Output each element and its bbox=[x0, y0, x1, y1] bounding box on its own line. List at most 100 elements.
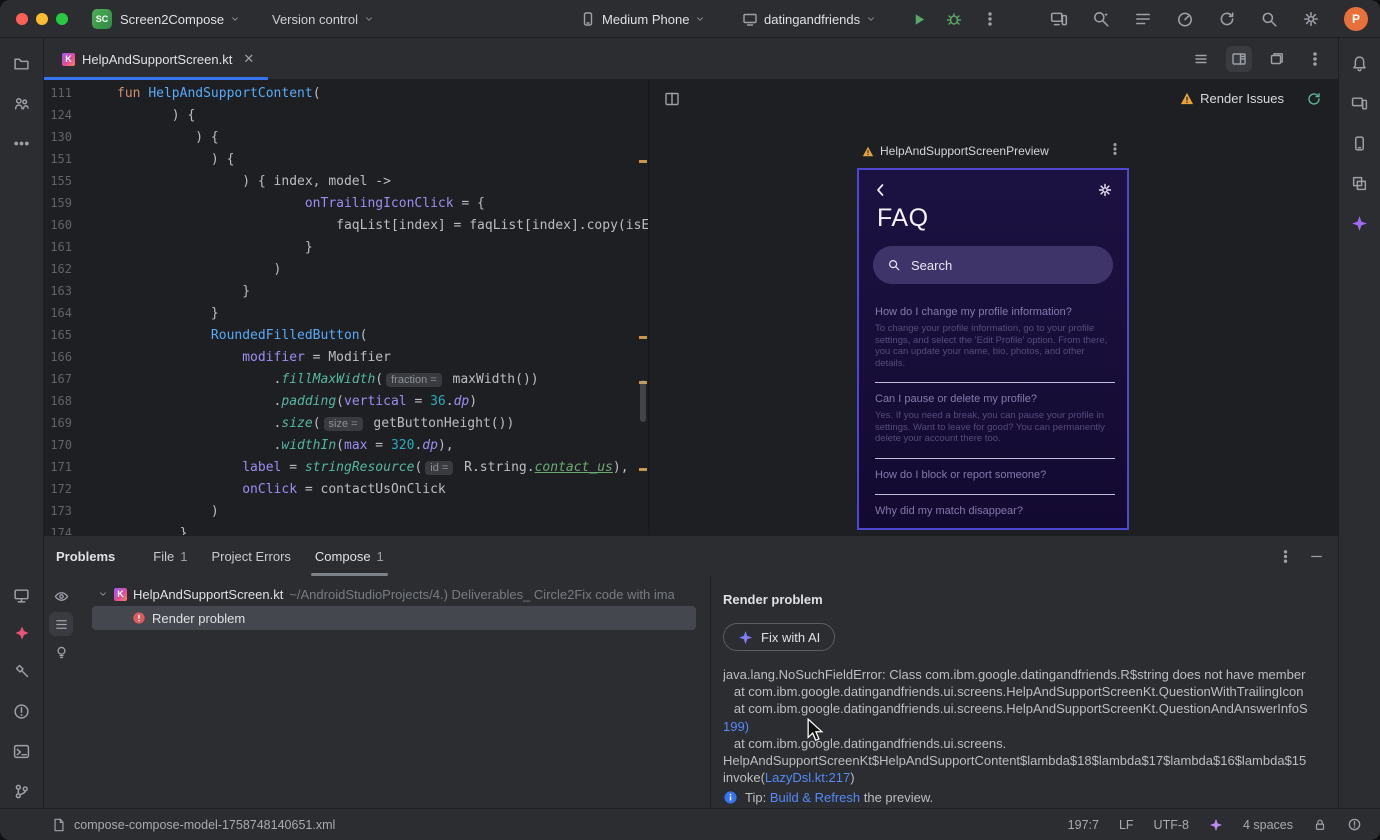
stack-link[interactable]: LazyDsl.kt:217 bbox=[765, 770, 850, 785]
render-problem-row[interactable]: Render problem bbox=[92, 606, 696, 630]
device-manager-tool-button[interactable] bbox=[1347, 130, 1373, 156]
line-number: 173 bbox=[50, 504, 72, 518]
minimize-window-button[interactable] bbox=[36, 13, 48, 25]
edit-options-kebab[interactable] bbox=[1302, 46, 1328, 72]
app-quality-insights-tool-button[interactable] bbox=[9, 620, 35, 646]
terminal-tool-button[interactable] bbox=[9, 738, 35, 764]
user-avatar[interactable]: P bbox=[1344, 7, 1368, 31]
problems-file-name: HelpAndSupportScreen.kt bbox=[133, 586, 284, 602]
encoding-widget[interactable]: UTF-8 bbox=[1154, 818, 1189, 832]
code-line[interactable]: 171 label = stringResource(id = R.string… bbox=[44, 456, 648, 478]
vcs-selector[interactable]: Version control bbox=[272, 0, 374, 38]
search-everywhere-icon[interactable] bbox=[1260, 10, 1278, 28]
code-line[interactable]: 163 } bbox=[44, 280, 648, 302]
close-tab-icon[interactable]: ✕ bbox=[243, 51, 254, 67]
panel-tab-compose[interactable]: Compose 1 bbox=[303, 536, 396, 576]
quick-fix-button[interactable] bbox=[49, 640, 73, 664]
editor-tab-bar: K HelpAndSupportScreen.kt ✕ bbox=[44, 38, 1338, 80]
panel-title[interactable]: Problems bbox=[56, 549, 115, 564]
code-line[interactable]: 111 fun HelpAndSupportContent( bbox=[44, 82, 648, 104]
task-list-icon[interactable] bbox=[1134, 10, 1152, 28]
profiler-icon[interactable] bbox=[1176, 10, 1194, 28]
code-line[interactable]: 170 .widthIn(max = 320.dp), bbox=[44, 434, 648, 456]
code-line[interactable]: 165 RoundedFilledButton( bbox=[44, 324, 648, 346]
preview-problem-button[interactable] bbox=[49, 584, 73, 608]
stack-trace-line: invoke(LazyDsl.kt:217) bbox=[723, 770, 855, 786]
code-line[interactable]: 162 ) bbox=[44, 258, 648, 280]
open-files-list-button[interactable] bbox=[1188, 46, 1214, 72]
code-line[interactable]: 160 faqList[index] = faqList[index].copy… bbox=[44, 214, 648, 236]
fix-with-ai-button[interactable]: Fix with AI bbox=[723, 623, 836, 651]
code-line[interactable]: 159 onTrailingIconClick = { bbox=[44, 192, 648, 214]
lock-icon[interactable] bbox=[1313, 818, 1327, 832]
kebab-menu-icon[interactable] bbox=[1278, 549, 1293, 564]
zoom-window-button[interactable] bbox=[56, 13, 68, 25]
code-line[interactable]: 124 ) { bbox=[44, 104, 648, 126]
version-control-tool-button[interactable] bbox=[9, 778, 35, 804]
stack-link[interactable]: 199) bbox=[723, 719, 749, 734]
line-number: 163 bbox=[50, 284, 72, 298]
code-line[interactable]: 169 .size(size = getButtonHeight()) bbox=[44, 412, 648, 434]
line-number: 151 bbox=[50, 152, 72, 166]
code-editor[interactable]: 111 fun HelpAndSupportContent(124 ) {130 … bbox=[44, 80, 648, 535]
editor-scrollbar[interactable] bbox=[640, 380, 646, 422]
chevron-down-icon bbox=[100, 592, 106, 596]
panel-tab-project-errors[interactable]: Project Errors bbox=[199, 536, 302, 576]
code-line[interactable]: 161 } bbox=[44, 236, 648, 258]
project-tool-button[interactable] bbox=[9, 50, 35, 76]
code-line[interactable]: 172 onClick = contactUsOnClick bbox=[44, 478, 648, 500]
sync-project-icon[interactable] bbox=[1218, 10, 1236, 28]
status-widgets: 197:7 LF UTF-8 4 spaces bbox=[1068, 817, 1362, 832]
project-selector[interactable]: Screen2Compose bbox=[120, 0, 240, 38]
cursor-position-widget[interactable]: 197:7 bbox=[1068, 818, 1099, 832]
code-line[interactable]: 173 ) bbox=[44, 500, 648, 522]
gemini-tool-button[interactable] bbox=[1347, 210, 1373, 236]
gemini-status-icon[interactable] bbox=[1209, 818, 1223, 832]
ai-search-icon[interactable] bbox=[1092, 10, 1110, 28]
vcs-tool-button[interactable] bbox=[9, 90, 35, 116]
close-window-button[interactable] bbox=[16, 13, 28, 25]
run-button[interactable] bbox=[912, 0, 927, 38]
render-issues-button[interactable]: Render Issues bbox=[1180, 91, 1284, 106]
float-editor-button[interactable] bbox=[1264, 46, 1290, 72]
inspection-status-icon[interactable] bbox=[1347, 817, 1362, 832]
device-mirroring-icon[interactable] bbox=[1050, 10, 1068, 28]
settings-gear-icon[interactable] bbox=[1302, 10, 1320, 28]
panel-tab-file[interactable]: File 1 bbox=[141, 536, 199, 576]
running-devices-tool-button[interactable] bbox=[9, 582, 35, 608]
layout-inspector-tool-button[interactable] bbox=[1347, 170, 1373, 196]
code-line[interactable]: 151 ) { bbox=[44, 148, 648, 170]
view-options-button[interactable] bbox=[49, 612, 73, 636]
preview-card-header[interactable]: HelpAndSupportScreenPreview bbox=[862, 144, 1049, 158]
status-file-name: compose-compose-model-1758748140651.xml bbox=[74, 817, 336, 832]
code-line[interactable]: 168 .padding(vertical = 36.dp) bbox=[44, 390, 648, 412]
preview-layout-button[interactable] bbox=[664, 91, 680, 107]
split-editor-button[interactable] bbox=[1226, 46, 1252, 72]
code-line[interactable]: 130 ) { bbox=[44, 126, 648, 148]
code-line[interactable]: 164 } bbox=[44, 302, 648, 324]
problems-file-row[interactable]: K HelpAndSupportScreen.kt ~/AndroidStudi… bbox=[78, 582, 710, 606]
build-refresh-link[interactable]: Build & Refresh bbox=[770, 790, 860, 805]
line-ending-widget[interactable]: LF bbox=[1119, 818, 1134, 832]
problems-tool-button[interactable] bbox=[9, 698, 35, 724]
preview-card-kebab[interactable] bbox=[1108, 142, 1122, 156]
editor-tab-active[interactable]: K HelpAndSupportScreen.kt ✕ bbox=[44, 38, 269, 80]
eye-icon bbox=[54, 591, 68, 601]
gemini-spark-icon bbox=[1352, 215, 1367, 231]
notifications-tool-button[interactable] bbox=[1347, 50, 1373, 76]
status-file[interactable]: compose-compose-model-1758748140651.xml bbox=[52, 818, 335, 832]
refresh-preview-button[interactable] bbox=[1306, 91, 1322, 107]
code-line[interactable]: 167 .fillMaxWidth(fraction = maxWidth()) bbox=[44, 368, 648, 390]
more-tool-windows-button[interactable] bbox=[9, 130, 35, 156]
code-line[interactable]: 166 modifier = Modifier bbox=[44, 346, 648, 368]
device-selector[interactable]: Medium Phone bbox=[580, 0, 705, 38]
indent-widget[interactable]: 4 spaces bbox=[1243, 818, 1293, 832]
run-options-kebab[interactable] bbox=[982, 0, 998, 38]
build-tool-button[interactable] bbox=[9, 658, 35, 684]
debug-button[interactable] bbox=[946, 0, 962, 38]
code-line[interactable]: 155 ) { index, model -> bbox=[44, 170, 648, 192]
compose-preview-phone[interactable]: FAQ Search How do I change my profile in… bbox=[857, 168, 1129, 530]
run-configuration-selector[interactable]: datingandfriends bbox=[742, 0, 876, 38]
minimize-panel-icon[interactable] bbox=[1309, 549, 1324, 564]
assistant-tool-button[interactable] bbox=[1347, 90, 1373, 116]
